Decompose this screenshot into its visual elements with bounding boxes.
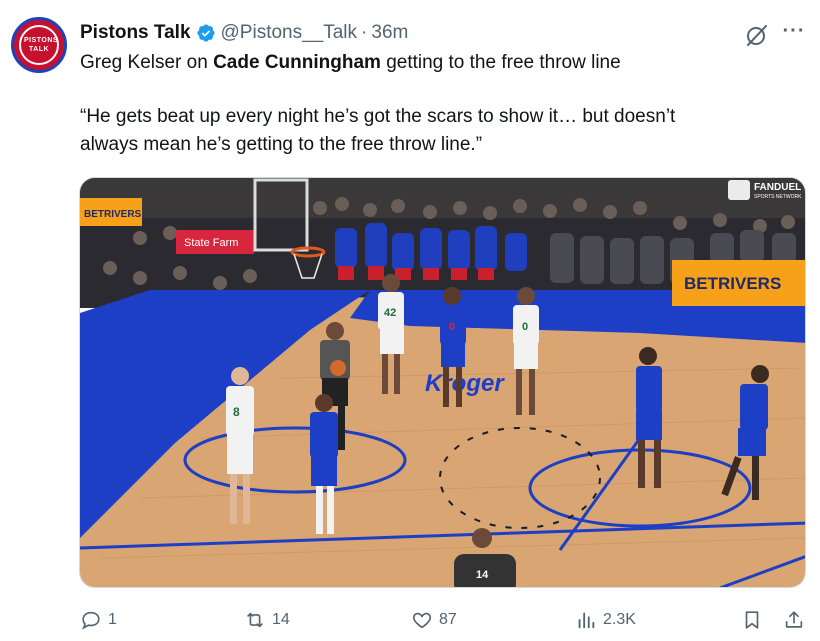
svg-text:14: 14: [476, 569, 489, 581]
video-frame: BETRIVERS State Farm BETRIVERS FANDUEL S…: [80, 178, 805, 587]
heart-icon: [412, 612, 432, 629]
tweet-text-line-1: Greg Kelser on Cade Cunningham getting t…: [80, 50, 621, 76]
repost-icon: [247, 612, 263, 628]
avatar[interactable]: PISTONS TALK: [11, 17, 67, 73]
tweet-text-prefix: Greg Kelser on: [80, 52, 214, 73]
tweet-quote-line-1: “He gets beat up every night he’s got th…: [80, 106, 676, 127]
view-count: 2.3K: [603, 611, 636, 628]
bookmark-icon: [745, 611, 759, 629]
bookmark-button[interactable]: [741, 604, 763, 636]
separator-dot: ·: [361, 22, 368, 43]
svg-text:BETRIVERS: BETRIVERS: [84, 209, 142, 220]
more-options-icon[interactable]: ···: [780, 21, 808, 44]
reply-icon: [82, 611, 100, 630]
tweet-text-suffix: getting to the free throw line: [380, 52, 621, 73]
display-name[interactable]: Pistons Talk: [80, 22, 191, 44]
avatar-text: PISTONS TALK: [24, 37, 59, 53]
svg-text:State Farm: State Farm: [184, 237, 238, 249]
grok-icon[interactable]: [744, 22, 770, 48]
statefarm-board: State Farm: [176, 230, 254, 254]
svg-text:0: 0: [449, 321, 455, 333]
reply-count: 1: [108, 611, 117, 628]
verified-badge-icon[interactable]: [196, 23, 216, 43]
mentioned-player: Cade Cunningham: [213, 52, 381, 73]
tweet-header: Pistons Talk @Pistons__Talk · 36m: [80, 20, 408, 46]
handle[interactable]: @Pistons__Talk: [221, 22, 358, 44]
like-count: 87: [439, 611, 457, 628]
court-sponsor-text: Kroger: [425, 370, 505, 397]
views-button[interactable]: 2.3K: [575, 604, 636, 636]
share-button[interactable]: [783, 604, 805, 636]
fanduel-logo: FANDUEL SPORTS NETWORK: [728, 180, 802, 200]
tweet-video[interactable]: BETRIVERS State Farm BETRIVERS FANDUEL S…: [79, 177, 806, 588]
reply-button[interactable]: 1: [80, 604, 117, 636]
timestamp[interactable]: 36m: [371, 22, 408, 44]
tweet-actions: 1 14 87 2.3K: [0, 604, 820, 636]
like-button[interactable]: 87: [411, 604, 457, 636]
svg-text:8: 8: [233, 405, 240, 419]
tweet-quote-line-2: always mean he’s getting to the free thr…: [80, 134, 483, 155]
avatar-logo: PISTONS TALK: [19, 25, 59, 65]
svg-text:SPORTS NETWORK: SPORTS NETWORK: [754, 194, 802, 200]
svg-text:FANDUEL: FANDUEL: [754, 182, 801, 193]
analytics-icon: [578, 612, 595, 629]
repost-button[interactable]: 14: [244, 604, 290, 636]
betrivers-board-right: BETRIVERS: [672, 260, 805, 306]
betrivers-board-left: BETRIVERS: [80, 198, 142, 226]
repost-count: 14: [272, 611, 290, 628]
share-icon: [785, 611, 803, 628]
svg-text:42: 42: [384, 307, 396, 319]
svg-text:BETRIVERS: BETRIVERS: [684, 274, 781, 293]
svg-text:0: 0: [522, 321, 528, 333]
